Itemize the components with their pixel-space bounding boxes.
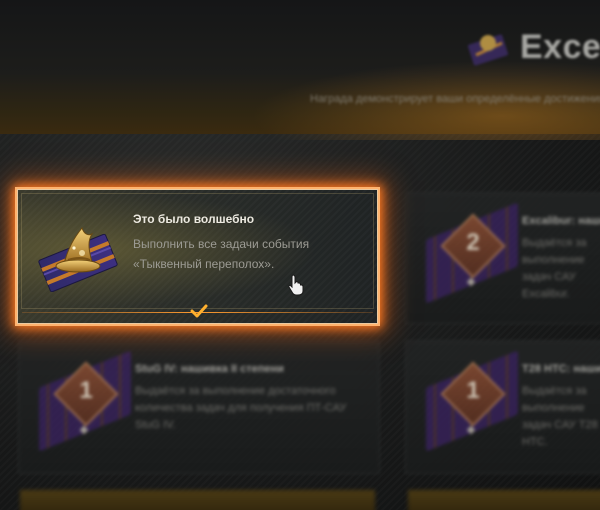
achievement-card[interactable]: 1 T28 HTC: нашивка Выдаётся за выполнени…: [405, 340, 600, 474]
achievements-page: Excel Награда демонстрирует ваши определ…: [0, 0, 600, 510]
achievement-card[interactable]: 2 Excalibur: нашивка 2 степени Выдаётся …: [405, 192, 600, 324]
header-banner: Excel Награда демонстрирует ваши определ…: [0, 0, 600, 140]
hand-cursor-icon: [288, 274, 304, 296]
ribbon-medal-icon: [468, 34, 508, 66]
achievement-description: Выполнить все задачи события «Тыквенный …: [133, 234, 353, 274]
description-line: Выполнить все задачи события: [133, 237, 310, 251]
achievement-card-partial: [408, 490, 600, 510]
page-subtitle: Награда демонстрирует ваши определённые …: [310, 93, 600, 105]
achievement-title: Это было волшебно: [133, 212, 255, 226]
checkmark-icon: [190, 304, 208, 318]
badge-number: 1: [466, 377, 480, 404]
page-title: Excel: [520, 28, 600, 66]
achievement-card-highlighted[interactable]: Это было волшебно Выполнить все задачи с…: [17, 189, 378, 324]
achievement-title: Excalibur: нашивка 2 степени: [522, 215, 600, 227]
achievement-title: T28 HTC: нашивка: [522, 363, 600, 375]
achievement-description: Выдаётся за выполнение достаточного коли…: [135, 385, 347, 431]
achievement-card[interactable]: 1 StuG IV: нашивка II степени Выдаётся з…: [18, 340, 380, 474]
achievement-description: Выдаётся за выполнение задач САУ T28 HTC…: [522, 385, 598, 448]
achievement-title: StuG IV: нашивка II степени: [135, 363, 284, 375]
badge-number: 1: [79, 377, 93, 404]
badge-number: 2: [466, 229, 480, 256]
description-line: «Тыквенный переполох».: [133, 257, 275, 271]
achievement-description: Выдаётся за выполнение задач САУ Excalib…: [522, 237, 587, 300]
achievement-card-partial: [20, 490, 375, 510]
witch-hat-ribbon-icon: [38, 226, 118, 292]
